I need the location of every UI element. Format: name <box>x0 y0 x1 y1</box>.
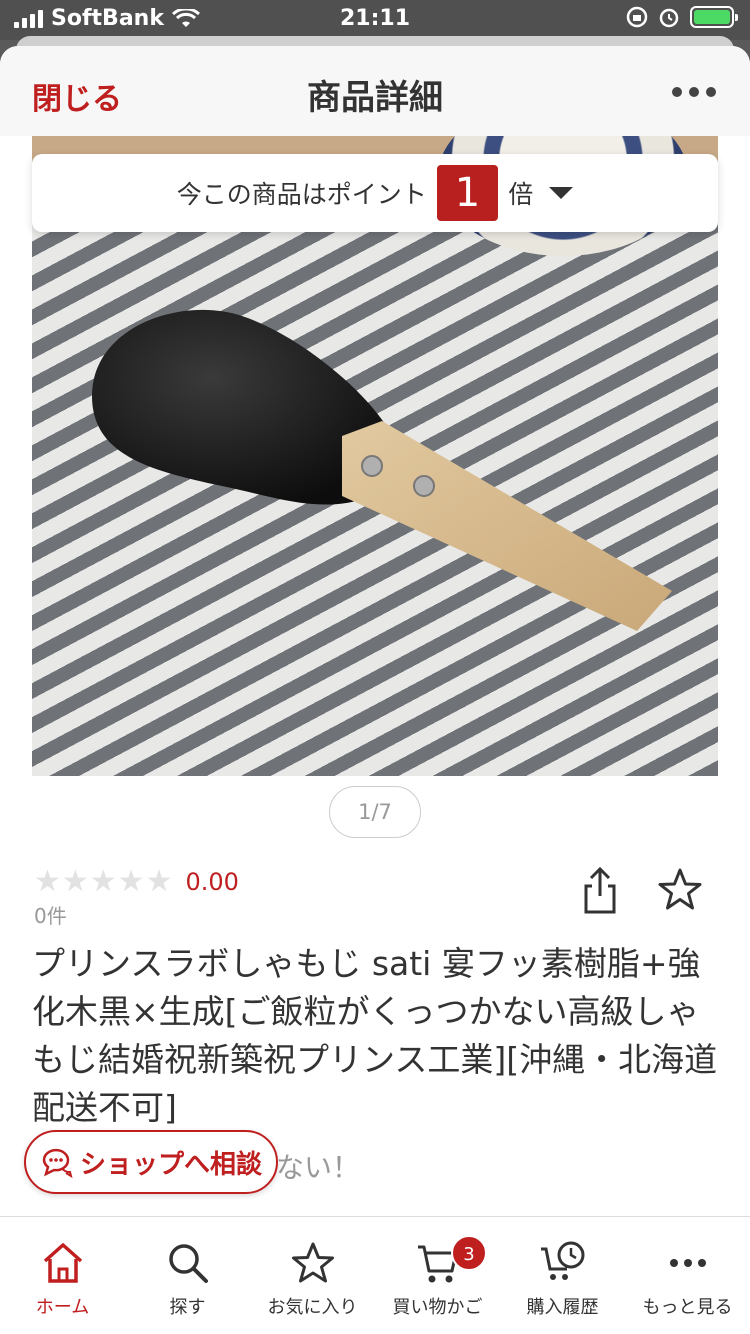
caret-down-icon <box>549 187 574 199</box>
partial-text: ない！ <box>276 1151 361 1184</box>
favorite-button[interactable] <box>656 866 704 914</box>
dot-icon <box>672 87 682 97</box>
battery-icon <box>690 6 738 28</box>
review-count[interactable]: 0件 <box>34 900 67 929</box>
tab-home[interactable]: ホーム <box>0 1217 125 1334</box>
tab-label: 探す <box>169 1297 206 1318</box>
rating-score: 0.00 <box>185 867 239 896</box>
more-icon <box>669 1259 706 1267</box>
cart-count-badge: 3 <box>451 1235 487 1271</box>
status-bar: SoftBank 21:11 <box>0 0 750 40</box>
image-page-indicator: 1/7 <box>329 786 421 838</box>
rating-stars-icon: ★★★★★ <box>34 864 174 899</box>
status-right <box>626 6 738 28</box>
share-icon <box>584 866 616 914</box>
tab-favorites[interactable]: お気に入り <box>250 1217 375 1334</box>
tab-label: 購入履歴 <box>526 1297 599 1318</box>
tab-search[interactable]: 探す <box>125 1217 250 1334</box>
product-detail-sheet: 閉じる 商品詳細 今この商品はポイント 1 倍 1/7 ★★★★★ 0.00 0… <box>0 46 750 1334</box>
more-options-button[interactable] <box>672 82 716 102</box>
star-icon <box>291 1242 334 1283</box>
home-icon <box>43 1243 82 1283</box>
tab-cart[interactable]: 3 買い物かご <box>375 1217 500 1334</box>
points-prefix: 今この商品はポイント <box>176 180 427 209</box>
search-icon <box>168 1244 208 1283</box>
tab-label: ホーム <box>35 1297 90 1318</box>
star-icon <box>658 868 702 910</box>
tab-purchase-history[interactable]: 購入履歴 <box>500 1217 625 1334</box>
tab-label: お気に入り <box>267 1297 358 1318</box>
rating-row[interactable]: ★★★★★ 0.00 <box>34 864 239 899</box>
product-image[interactable] <box>32 136 718 776</box>
shop-consult-button[interactable]: ショップへ相談 <box>24 1130 278 1194</box>
product-title: プリンスラボしゃもじ sati 宴フッ素樹脂+強化木黒×生成[ご飯粒がくっつかな… <box>32 944 718 1127</box>
close-button[interactable]: 閉じる <box>32 74 122 118</box>
tab-label: 買い物かご <box>392 1297 483 1318</box>
chat-icon <box>42 1148 73 1178</box>
share-button[interactable] <box>578 866 622 916</box>
points-banner[interactable]: 今この商品はポイント 1 倍 <box>32 154 718 232</box>
dot-icon <box>689 87 699 97</box>
alarm-icon <box>659 8 679 28</box>
points-suffix: 倍 <box>508 180 534 209</box>
tab-more[interactable]: もっと見る <box>625 1217 750 1334</box>
rice-paddle-image <box>92 309 672 631</box>
history-icon <box>540 1241 584 1280</box>
points-multiplier: 1 <box>436 165 499 221</box>
tab-label: もっと見る <box>642 1297 733 1318</box>
rotation-lock-icon <box>626 6 648 28</box>
tab-bar: ホーム 探す お気に入り 3 買い物かご 購入履歴 もっと見る <box>0 1216 750 1334</box>
dot-icon <box>706 87 716 97</box>
shop-consult-label: ショップへ相談 <box>79 1149 262 1180</box>
header: 閉じる 商品詳細 <box>0 46 750 136</box>
